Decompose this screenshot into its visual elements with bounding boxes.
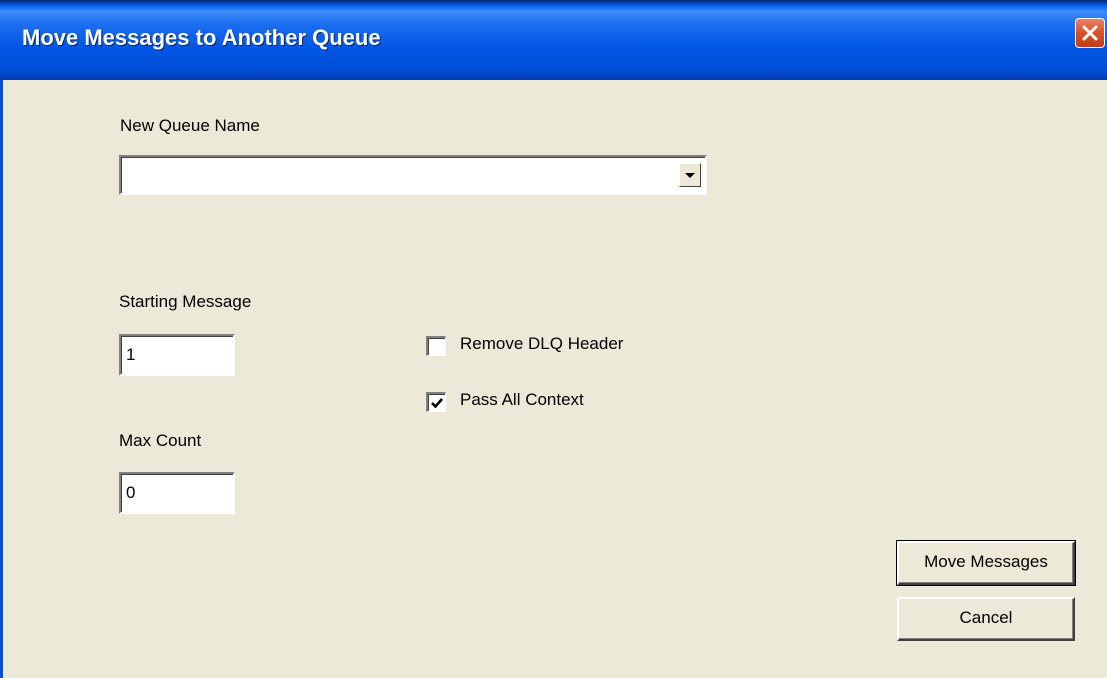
- window-border: [0, 80, 3, 678]
- max-count-input[interactable]: 0: [119, 472, 235, 514]
- max-count-value: 0: [126, 483, 136, 502]
- checkmark-icon: [431, 398, 443, 409]
- chevron-down-icon: [685, 173, 695, 178]
- queue-name-label: New Queue Name: [120, 116, 260, 135]
- remove-dlq-checkbox[interactable]: [426, 336, 446, 356]
- starting-message-value: 1: [126, 345, 136, 364]
- dialog-window: Move Messages to Another Queue New Queue…: [0, 0, 1107, 678]
- pass-context-checkbox[interactable]: [426, 392, 446, 412]
- close-icon: [1082, 25, 1098, 41]
- move-messages-button[interactable]: Move Messages: [896, 540, 1076, 586]
- cancel-button[interactable]: Cancel: [897, 597, 1075, 641]
- dropdown-button[interactable]: [679, 163, 701, 187]
- starting-message-input[interactable]: 1: [119, 334, 235, 376]
- max-count-label: Max Count: [119, 431, 202, 450]
- starting-message-label: Starting Message: [119, 292, 252, 311]
- pass-context-label: Pass All Context: [460, 390, 584, 409]
- remove-dlq-label: Remove DLQ Header: [460, 334, 624, 353]
- queue-name-combobox[interactable]: [119, 155, 707, 195]
- window-title: Move Messages to Another Queue: [22, 25, 381, 50]
- title-bar[interactable]: Move Messages to Another Queue: [0, 0, 1107, 80]
- close-button[interactable]: [1075, 18, 1105, 48]
